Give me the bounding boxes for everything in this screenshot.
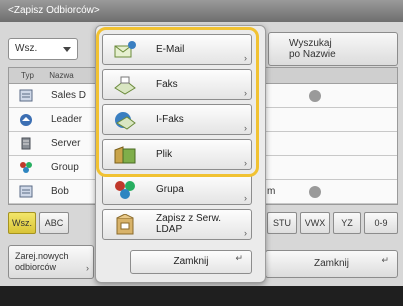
menu-item-label: Faks: [156, 79, 178, 90]
row-name: Server: [51, 138, 81, 149]
menu-close-label: Zamknij: [173, 256, 209, 267]
chevron-right-icon: ›: [244, 158, 247, 168]
row-name: Sales D: [51, 90, 87, 101]
menu-item-label: I-Faks: [156, 114, 184, 125]
chevron-right-icon: ›: [86, 263, 89, 273]
search-button-line1: Wyszukaj: [289, 38, 332, 49]
menu-item-group[interactable]: Grupa ›: [102, 174, 252, 205]
menu-item-label: E-Mail: [156, 44, 185, 55]
menu-item-file[interactable]: Plik ›: [102, 139, 252, 170]
alpha-key-vwx[interactable]: VWX: [300, 212, 330, 234]
enter-icon: ↵: [235, 253, 243, 263]
close-label: Zamknij: [313, 258, 349, 269]
close-button[interactable]: Zamknij ↵: [265, 250, 398, 278]
chevron-right-icon: ›: [244, 193, 247, 203]
row-name: Leader: [51, 114, 83, 125]
window-title: <Zapisz Odbiorców>: [0, 0, 403, 22]
filter-dropdown[interactable]: Wsz.: [8, 38, 78, 60]
alpha-key-stu[interactable]: STU: [267, 212, 297, 234]
chevron-right-icon: ›: [244, 88, 247, 98]
fax-icon: [20, 114, 32, 126]
ldap-server-icon: [116, 214, 134, 235]
book-icon: [19, 89, 33, 102]
group-icon: [20, 162, 32, 173]
enter-icon: ↵: [381, 255, 389, 265]
menu-item-fax[interactable]: Faks ›: [102, 69, 252, 100]
register-new-recipients-button[interactable]: Zarej.nowych odbiorców ›: [8, 245, 94, 279]
column-type: Typ: [21, 71, 34, 80]
ifax-icon: [115, 112, 136, 130]
alpha-key-abc[interactable]: ABC: [39, 212, 69, 234]
ldap-line1: Zapisz z Serw.: [156, 213, 222, 224]
email-icon: [114, 41, 136, 58]
menu-item-label: Grupa: [156, 184, 184, 195]
alpha-key-all[interactable]: Wsz.: [8, 212, 36, 234]
bottom-bar: [0, 286, 403, 306]
status-circle-icon: [309, 90, 321, 102]
alpha-key-digits[interactable]: 0-9: [364, 212, 398, 234]
register-line1: Zarej.nowych: [15, 251, 69, 261]
alpha-key-yz[interactable]: YZ: [333, 212, 361, 234]
row-name-suffix: m: [267, 186, 276, 197]
chevron-down-icon: [63, 47, 71, 52]
menu-close-button[interactable]: Zamknij ↵: [130, 250, 252, 274]
address-book-screen: <Zapisz Odbiorców> Wsz. Wyszukaj po Nazw…: [0, 0, 403, 286]
row-name: Group: [51, 162, 79, 173]
menu-item-ifax[interactable]: I-Faks ›: [102, 104, 252, 135]
search-by-name-button[interactable]: Wyszukaj po Nazwie: [268, 32, 398, 66]
menu-item-label: Plik: [156, 149, 173, 160]
menu-item-email[interactable]: E-Mail ›: [102, 34, 252, 65]
status-circle-icon: [309, 186, 321, 198]
menu-item-ldap[interactable]: Zapisz z Serw. LDAP ›: [102, 209, 252, 240]
register-line2: odbiorców: [15, 262, 57, 272]
chevron-right-icon: ›: [244, 228, 247, 238]
menu-item-label: Zapisz z Serw. LDAP: [156, 213, 221, 235]
group-icon: [115, 181, 135, 199]
fax-icon: [114, 76, 136, 95]
chevron-right-icon: ›: [244, 53, 247, 63]
search-button-line2: po Nazwie: [289, 49, 336, 60]
column-name: Nazwa: [49, 71, 74, 80]
book-icon: [19, 185, 33, 198]
row-name: Bob: [51, 186, 69, 197]
chevron-right-icon: ›: [244, 123, 247, 133]
file-icon: [114, 146, 136, 164]
ldap-line2: LDAP: [156, 224, 183, 235]
filter-selected: Wsz.: [15, 43, 38, 54]
server-icon: [21, 137, 31, 150]
